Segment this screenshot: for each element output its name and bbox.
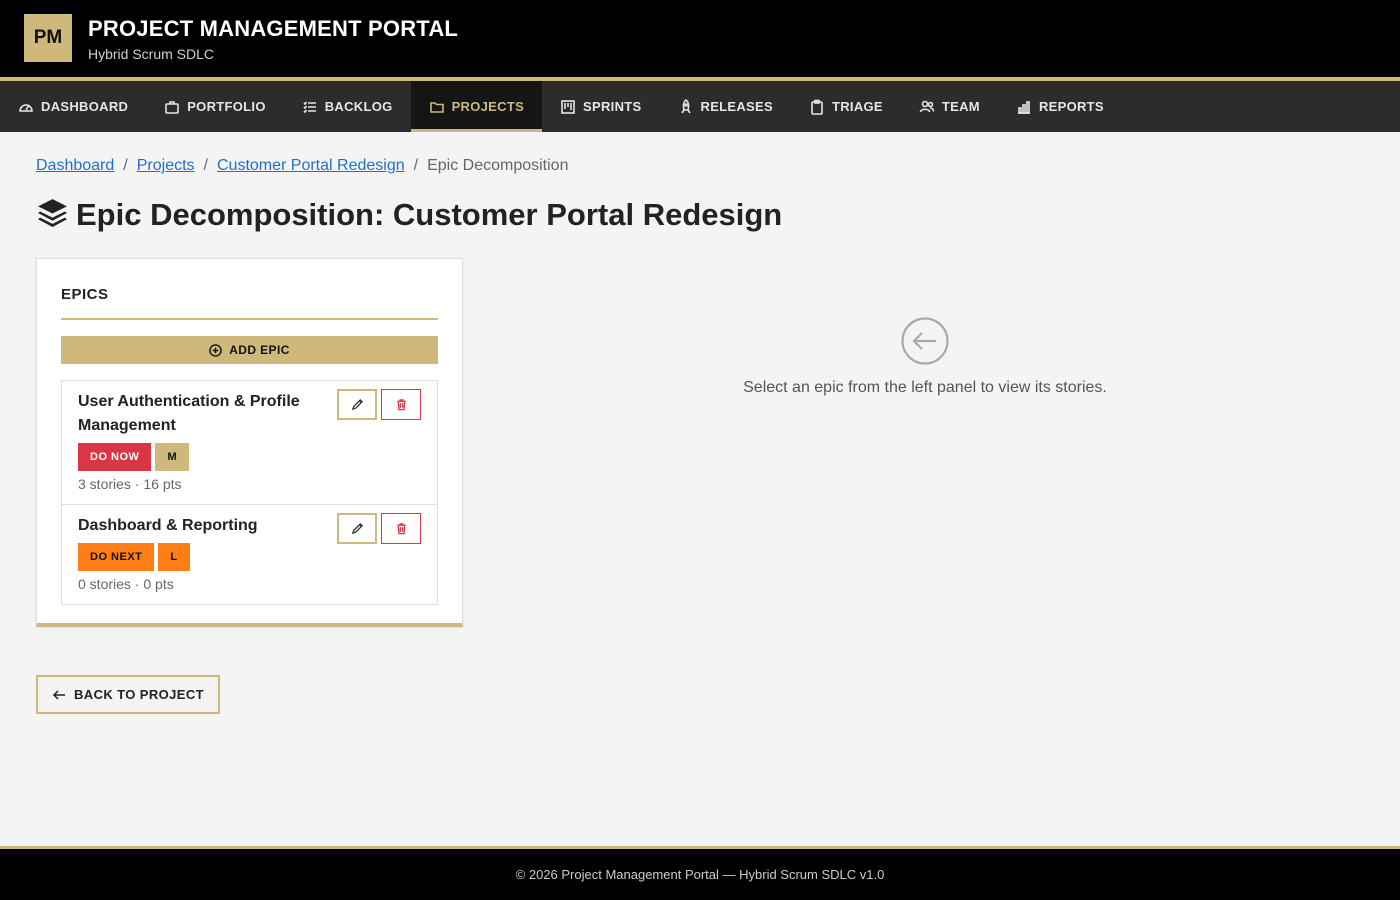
plus-circle-icon [209,343,222,357]
folder-icon [429,99,445,115]
epic-list-item[interactable]: Dashboard & Reporting DO NEXT L 0 storie… [62,505,437,604]
nav-item-releases[interactable]: RELEASES [660,81,791,132]
bar-chart-icon [1016,99,1032,115]
breadcrumb: Dashboard / Projects / Customer Portal R… [36,157,568,175]
breadcrumb-link-project[interactable]: Customer Portal Redesign [217,157,405,175]
breadcrumb-link-projects[interactable]: Projects [137,157,195,175]
app-header: PM PROJECT MANAGEMENT PORTAL Hybrid Scru… [0,0,1400,78]
kanban-icon [560,99,576,115]
nav-item-sprints[interactable]: SPRINTS [542,81,659,132]
nav-label: BACKLOG [324,99,393,114]
breadcrumb-separator: / [413,157,419,174]
breadcrumb-separator: / [203,157,208,174]
clipboard-icon [809,99,825,115]
nav-label: DASHBOARD [41,99,129,114]
size-badge: L [158,543,190,571]
priority-badge: DO NEXT [78,543,155,571]
nav-item-backlog[interactable]: BACKLOG [284,81,411,132]
nav-item-projects[interactable]: PROJECTS [410,81,543,132]
epic-list: User Authentication & Profile Management… [61,380,438,605]
epic-list-item[interactable]: User Authentication & Profile Management… [62,381,437,505]
page-title-row: Epic Decomposition: Customer Portal Rede… [36,196,782,234]
arrow-left-icon [52,689,65,700]
briefcase-icon [164,99,180,115]
epic-tags: DO NEXT L [78,543,421,571]
breadcrumb-link-dashboard[interactable]: Dashboard [36,157,114,175]
pencil-icon [351,522,363,535]
nav-item-reports[interactable]: REPORTS [998,81,1122,132]
epic-stats: 3 stories · 16 pts [78,476,182,492]
app-title: PROJECT MANAGEMENT PORTAL [88,16,459,41]
nav-item-triage[interactable]: TRIAGE [791,81,901,132]
epic-tags: DO NOW M [78,443,421,471]
epic-name[interactable]: Dashboard & Reporting [78,514,328,538]
panel-divider [61,318,438,320]
epic-actions [333,389,421,420]
nav-label: REPORTS [1038,99,1104,114]
epic-name[interactable]: User Authentication & Profile Management [78,390,328,438]
page-title: Epic Decomposition: Customer Portal Rede… [76,197,783,232]
size-badge: M [155,443,190,471]
nav-label: TEAM [941,99,980,114]
add-epic-button[interactable]: ADD EPIC [61,336,438,364]
nav-label: RELEASES [700,99,773,114]
edit-epic-button[interactable] [337,513,377,544]
priority-badge: DO NOW [78,443,152,471]
back-to-project-button[interactable]: BACK TO PROJECT [36,675,220,714]
nav-item-team[interactable]: TEAM [901,81,998,132]
pencil-icon [351,398,363,411]
footer: © 2026 Project Management Portal — Hybri… [0,846,1400,900]
trash-icon [396,523,406,535]
app-logo[interactable]: PM [24,14,72,62]
breadcrumb-current: Epic Decomposition [427,157,569,174]
nav-item-portfolio[interactable]: PORTFOLIO [146,81,284,132]
arrow-left-circle-icon [901,317,949,365]
main-nav: DASHBOARD PORTFOLIO BACKLOG PROJECTS SPR… [0,81,1400,132]
nav-label: SPRINTS [583,99,642,114]
delete-epic-button[interactable] [381,513,421,544]
breadcrumb-separator: / [123,157,128,174]
back-button-label: BACK TO PROJECT [74,687,204,702]
gauge-icon [18,99,34,115]
people-icon [919,99,935,115]
nav-item-dashboard[interactable]: DASHBOARD [0,81,146,132]
stories-empty-state: Select an epic from the left panel to vi… [700,316,1150,397]
epic-stats: 0 stories · 0 pts [78,576,174,592]
list-check-icon [302,99,318,115]
nav-label: PORTFOLIO [187,99,266,114]
nav-label: PROJECTS [451,99,525,114]
edit-epic-button[interactable] [337,389,377,420]
nav-label: TRIAGE [831,99,883,114]
add-epic-label: ADD EPIC [229,343,290,357]
epics-panel-heading: EPICS [61,286,109,303]
footer-text: © 2026 Project Management Portal — Hybri… [515,867,885,882]
epic-actions [333,513,421,544]
layers-icon [36,196,76,234]
rocket-icon [678,98,694,115]
empty-state-message: Select an epic from the left panel to vi… [743,379,1107,396]
trash-icon [396,399,406,411]
delete-epic-button[interactable] [381,389,421,420]
app-subtitle: Hybrid Scrum SDLC [88,46,215,62]
epics-panel: EPICS ADD EPIC User Authentication & Pro… [36,258,463,627]
